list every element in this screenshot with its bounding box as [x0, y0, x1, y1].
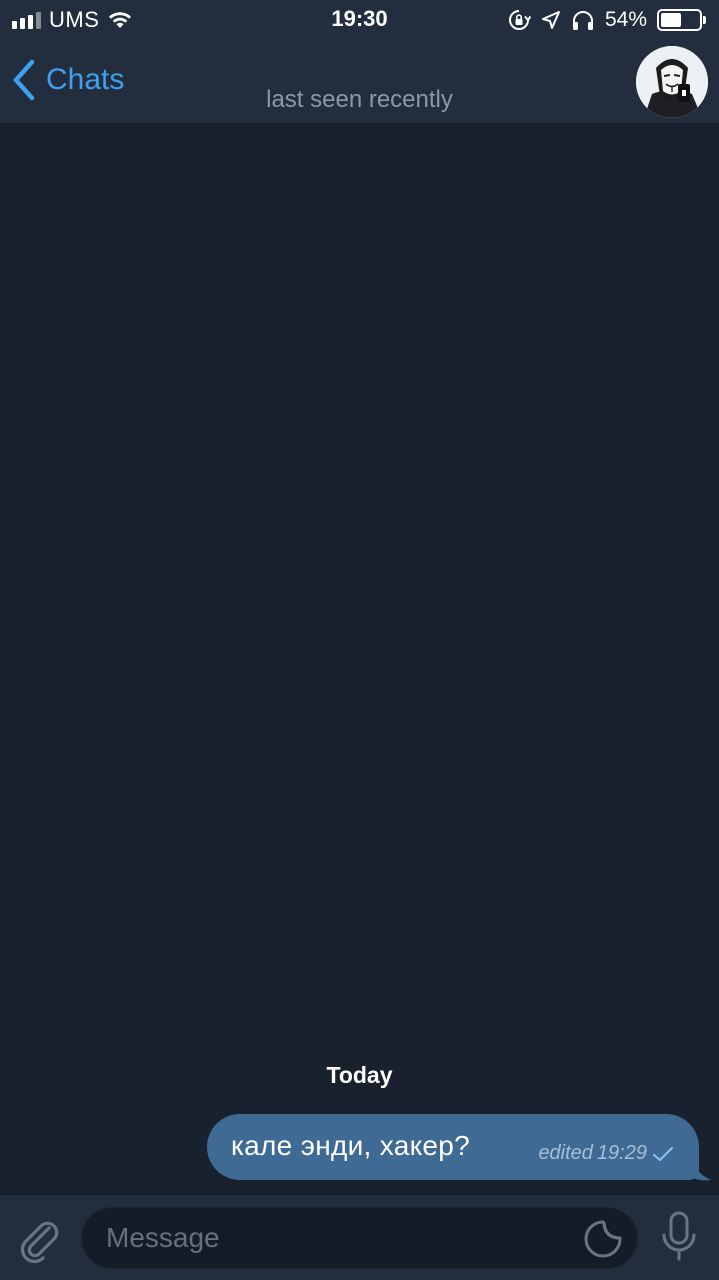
- checkmark-icon: [653, 1146, 673, 1161]
- message-meta: edited 19:29: [538, 1142, 675, 1165]
- mask-avatar-icon: [636, 46, 708, 118]
- location-icon: [541, 11, 560, 29]
- bubble-tail: [685, 1154, 711, 1181]
- avatar[interactable]: [636, 46, 708, 118]
- chat-status: last seen recently: [266, 86, 453, 113]
- headphones-icon: [572, 11, 593, 30]
- message-edited-label: edited: [538, 1142, 593, 1164]
- message-field[interactable]: [81, 1207, 638, 1269]
- outgoing-message[interactable]: кале энди, хакер? edited 19:29: [207, 1114, 699, 1180]
- battery-icon: [657, 8, 707, 32]
- rotation-lock-icon: [509, 10, 531, 30]
- status-right: 54%: [507, 7, 707, 33]
- battery-percent: 54%: [604, 8, 647, 31]
- top-bar: UMS 19:30 54% Chats last seen recently: [0, 0, 719, 124]
- chat-area[interactable]: Today кале энди, хакер? edited 19:29: [0, 124, 719, 1194]
- input-bar: [0, 1194, 719, 1280]
- nav-bar: Chats last seen recently: [0, 40, 719, 124]
- message-time: 19:29: [596, 1142, 647, 1164]
- message-input[interactable]: [106, 1208, 576, 1268]
- date-separator: Today: [326, 1062, 393, 1088]
- sticker-icon[interactable]: [583, 1219, 623, 1259]
- paperclip-icon[interactable]: [16, 1215, 64, 1263]
- message-text: кале энди, хакер?: [231, 1130, 471, 1161]
- status-bar: UMS 19:30 54%: [0, 0, 719, 40]
- microphone-icon[interactable]: [661, 1211, 697, 1265]
